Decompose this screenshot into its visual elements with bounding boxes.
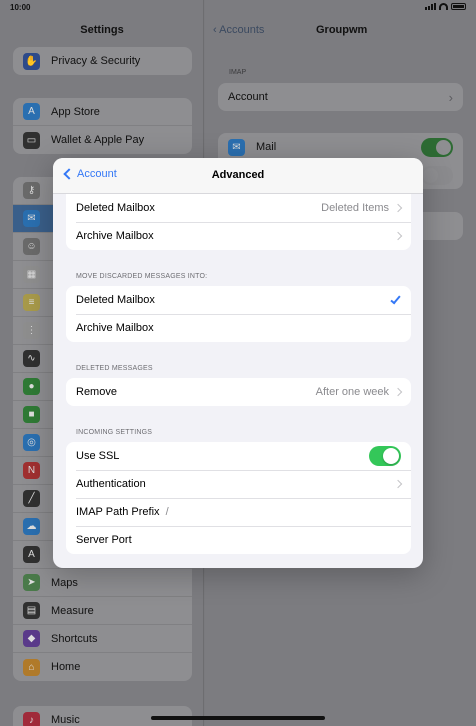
deleted-section-label: DELETED MESSAGES xyxy=(76,365,153,372)
incoming-settings-group: Use SSL Authentication IMAP Path Prefix … xyxy=(66,442,411,554)
account-row[interactable]: Account › xyxy=(218,83,463,111)
sidebar-item-app-store[interactable]: A App Store xyxy=(13,98,192,126)
calendar-icon: ▦ xyxy=(23,266,40,283)
shortcuts-icon: ◆ xyxy=(23,630,40,647)
wifi-icon xyxy=(439,3,448,10)
discard-group: Deleted Mailbox Archive Mailbox xyxy=(66,286,411,342)
status-icons xyxy=(425,3,466,10)
advanced-settings-sheet: Account Advanced Deleted Mailbox Deleted… xyxy=(53,158,423,568)
status-bar: 10:00 xyxy=(0,0,476,16)
row-label: Server Port xyxy=(76,534,132,546)
sidebar-item-label: App Store xyxy=(51,105,100,118)
sidebar-item-label: Music xyxy=(51,714,80,726)
sidebar-item-label: Measure xyxy=(51,604,94,617)
safari-icon: ◎ xyxy=(23,434,40,451)
status-time: 10:00 xyxy=(10,3,31,12)
sidebar-item-measure[interactable]: ▤ Measure xyxy=(13,597,192,625)
archive-mailbox-row[interactable]: Archive Mailbox xyxy=(66,222,411,250)
sidebar-group-privacy: ✋ Privacy & Security xyxy=(13,47,192,75)
authentication-row[interactable]: Authentication xyxy=(66,470,411,498)
sidebar-title: Settings xyxy=(80,24,124,36)
reminders-icon: ⋮ xyxy=(23,322,40,339)
imap-path-prefix-row[interactable]: IMAP Path Prefix / xyxy=(66,498,411,526)
chevron-right-icon xyxy=(393,203,403,213)
checkmark-icon xyxy=(390,293,401,305)
row-label: Archive Mailbox xyxy=(76,230,154,242)
wallet-icon: ▭ xyxy=(23,131,40,149)
accounts-back-button[interactable]: ‹ Accounts xyxy=(213,24,264,36)
row-label: Use SSL xyxy=(76,450,120,462)
mail-service-row: ✉ Mail xyxy=(218,133,463,161)
sidebar-item-shortcuts[interactable]: ◆ Shortcuts xyxy=(13,625,192,653)
chevron-right-icon xyxy=(393,231,403,241)
row-label: IMAP Path Prefix xyxy=(76,506,160,518)
row-label: Remove xyxy=(76,386,117,398)
mail-icon: ✉ xyxy=(23,210,40,227)
maps-icon: ➤ xyxy=(23,574,40,591)
home-icon: ⌂ xyxy=(23,658,40,676)
sheet-title: Advanced xyxy=(211,169,265,181)
incoming-section-label: INCOMING SETTINGS xyxy=(76,429,153,436)
mail-service-label: Mail xyxy=(256,141,277,153)
mail-icon: ✉ xyxy=(228,138,245,156)
row-value: Deleted Items xyxy=(321,202,389,214)
weather-icon: ☁ xyxy=(23,518,40,535)
row-value: After one week xyxy=(315,386,389,398)
sheet-header: Account Advanced xyxy=(53,158,423,194)
sidebar-item-label: Wallet & Apple Pay xyxy=(51,134,145,146)
accounts-back-label: Accounts xyxy=(219,24,265,36)
contacts-icon: ☺ xyxy=(23,238,40,255)
app-store-icon: A xyxy=(23,103,40,120)
imap-path-prefix-field[interactable]: / xyxy=(166,506,169,518)
sidebar-item-label: Maps xyxy=(51,576,78,589)
sidebar-item-wallet[interactable]: ▭ Wallet & Apple Pay xyxy=(13,126,192,154)
sidebar-item-label: Shortcuts xyxy=(51,632,98,645)
messages-icon: ● xyxy=(23,378,40,395)
account-group: Account › xyxy=(218,83,463,111)
translate-icon: A xyxy=(23,546,40,563)
row-label: Deleted Mailbox xyxy=(76,202,155,214)
measure-icon: ▤ xyxy=(23,602,40,619)
battery-icon xyxy=(451,3,466,10)
chevron-right-icon: › xyxy=(448,89,453,105)
cellular-signal-icon xyxy=(425,3,436,10)
deleted-mailbox-row[interactable]: Deleted Mailbox Deleted Items xyxy=(66,194,411,222)
detail-title: Groupwm xyxy=(316,24,368,36)
remove-row[interactable]: Remove After one week xyxy=(66,378,411,406)
sidebar-item-privacy[interactable]: ✋ Privacy & Security xyxy=(13,47,192,75)
facetime-icon: ■ xyxy=(23,406,40,423)
discard-section-label: MOVE DISCARDED MESSAGES INTO: xyxy=(76,273,208,280)
discard-option-archive[interactable]: Archive Mailbox xyxy=(66,314,411,342)
deleted-messages-group: Remove After one week xyxy=(66,378,411,406)
hand-icon: ✋ xyxy=(23,52,40,70)
server-port-row[interactable]: Server Port xyxy=(66,526,411,554)
option-label: Archive Mailbox xyxy=(76,322,154,334)
detail-section-label: IMAP xyxy=(229,69,247,76)
mailbox-group: Deleted Mailbox Deleted Items Archive Ma… xyxy=(66,194,411,250)
option-label: Deleted Mailbox xyxy=(76,294,155,306)
music-icon: ♪ xyxy=(23,711,40,726)
chevron-right-icon xyxy=(393,387,403,397)
news-icon: N xyxy=(23,462,40,479)
sidebar-item-label: Privacy & Security xyxy=(51,55,141,67)
use-ssl-row: Use SSL xyxy=(66,442,411,470)
stocks-icon: ╱ xyxy=(23,490,40,507)
sidebar-item-home[interactable]: ⌂ Home xyxy=(13,653,192,681)
mail-toggle[interactable] xyxy=(421,137,453,157)
voice-memos-icon: ∿ xyxy=(23,350,40,367)
account-label: Account xyxy=(228,91,268,103)
sidebar-item-label: Home xyxy=(51,661,81,673)
home-indicator[interactable] xyxy=(151,716,325,720)
row-label: Authentication xyxy=(76,478,146,490)
sidebar-group-store: A App Store ▭ Wallet & Apple Pay xyxy=(13,98,192,154)
chevron-right-icon xyxy=(393,479,403,489)
sidebar-item-maps[interactable]: ➤ Maps xyxy=(13,569,192,597)
use-ssl-toggle[interactable] xyxy=(369,446,401,466)
key-icon: ⚷ xyxy=(23,182,40,199)
notes-toggle[interactable] xyxy=(421,165,453,185)
discard-option-deleted[interactable]: Deleted Mailbox xyxy=(66,286,411,314)
notes-icon: ≡ xyxy=(23,294,40,311)
